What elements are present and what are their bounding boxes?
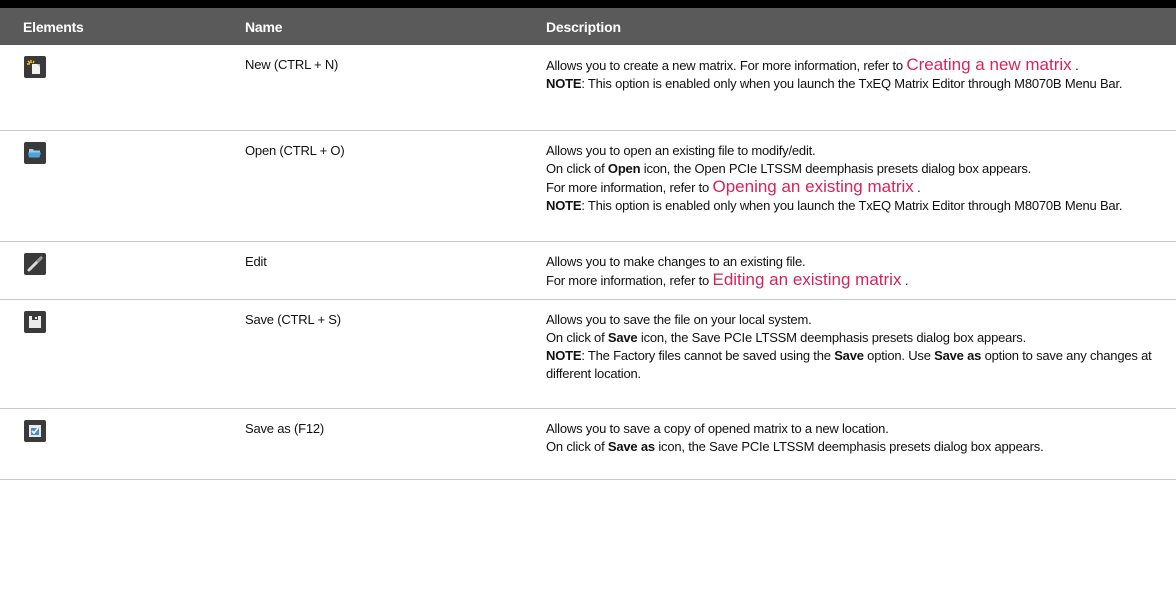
bold-term: Save as	[607, 439, 655, 454]
opening-existing-matrix-link[interactable]: Opening an existing matrix	[712, 177, 913, 196]
description-text: .	[901, 273, 909, 288]
note-text: : This option is enabled only when you l…	[581, 198, 1123, 213]
description-text: .	[1071, 58, 1079, 73]
element-description: Allows you to create a new matrix. For m…	[523, 45, 1176, 131]
element-description: Allows you to make changes to an existin…	[523, 241, 1176, 300]
open-folder-icon	[24, 142, 46, 164]
header-description: Description	[523, 8, 1176, 45]
description-text: Allows you to open an existing file to m…	[546, 143, 816, 158]
table-row: Save as (F12) Allows you to save a copy …	[0, 408, 1176, 480]
bold-term: Save as	[934, 348, 982, 363]
description-text: For more information, refer to	[546, 180, 713, 195]
table-row: Save (CTRL + S) Allows you to save the f…	[0, 299, 1176, 409]
element-description: Allows you to open an existing file to m…	[523, 130, 1176, 242]
table-row: Edit Allows you to make changes to an ex…	[0, 241, 1176, 300]
top-rule	[0, 0, 1176, 8]
table-row: New (CTRL + N) Allows you to create a ne…	[0, 45, 1176, 131]
table-header-row: Elements Name Description	[0, 8, 1176, 45]
description-text: Allows you to create a new matrix. For m…	[546, 58, 907, 73]
header-name: Name	[222, 8, 523, 45]
element-name: Edit	[222, 241, 523, 300]
description-text: For more information, refer to	[546, 273, 713, 288]
note-label: NOTE	[546, 198, 582, 213]
note-label: NOTE	[546, 348, 582, 363]
save-disk-icon	[24, 311, 46, 333]
note-text: option. Use	[863, 348, 935, 363]
table-row: Open (CTRL + O) Allows you to open an ex…	[0, 130, 1176, 242]
element-cell	[0, 241, 222, 300]
element-cell	[0, 299, 222, 409]
description-text: icon, the Open PCIe LTSSM deemphasis pre…	[640, 161, 1032, 176]
save-as-icon	[24, 420, 46, 442]
description-text: On click of	[546, 161, 608, 176]
note-text: : The Factory files cannot be saved usin…	[581, 348, 835, 363]
description-text: .	[913, 180, 921, 195]
description-text: icon, the Save PCIe LTSSM deemphasis pre…	[654, 439, 1044, 454]
element-name: Open (CTRL + O)	[222, 130, 523, 242]
element-cell	[0, 45, 222, 131]
element-description: Allows you to save the file on your loca…	[523, 299, 1176, 409]
description-text: Allows you to make changes to an existin…	[546, 254, 806, 269]
bold-term: Save	[607, 330, 638, 345]
editing-existing-matrix-link[interactable]: Editing an existing matrix	[712, 270, 901, 289]
new-file-icon	[24, 56, 46, 78]
bold-term: Open	[607, 161, 641, 176]
description-text: icon, the Save PCIe LTSSM deemphasis pre…	[637, 330, 1027, 345]
element-name: Save as (F12)	[222, 408, 523, 480]
header-elements: Elements	[0, 8, 222, 45]
toolbar-elements-table: Elements Name Description New (CTRL + N)…	[0, 8, 1176, 480]
description-text: Allows you to save a copy of opened matr…	[546, 421, 889, 436]
description-text: On click of	[546, 330, 608, 345]
element-name: Save (CTRL + S)	[222, 299, 523, 409]
description-text: On click of	[546, 439, 608, 454]
creating-new-matrix-link[interactable]: Creating a new matrix	[906, 55, 1071, 74]
element-description: Allows you to save a copy of opened matr…	[523, 408, 1176, 480]
description-text: Allows you to save the file on your loca…	[546, 312, 812, 327]
note-text: : This option is enabled only when you l…	[581, 76, 1123, 91]
bold-term: Save	[834, 348, 864, 363]
note-label: NOTE	[546, 76, 582, 91]
element-cell	[0, 130, 222, 242]
element-name: New (CTRL + N)	[222, 45, 523, 131]
element-cell	[0, 408, 222, 480]
pencil-icon	[24, 253, 46, 275]
